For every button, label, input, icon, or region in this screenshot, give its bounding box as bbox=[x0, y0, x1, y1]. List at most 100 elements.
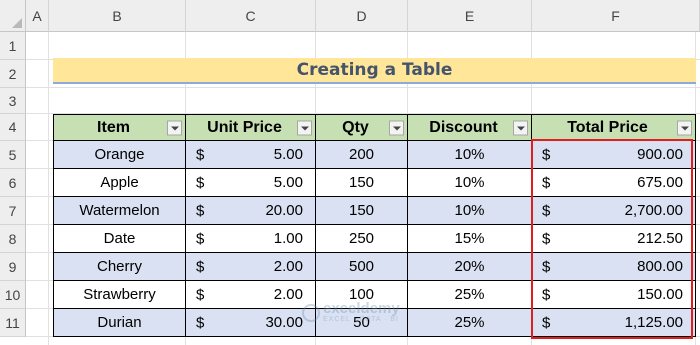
header-total-price[interactable]: Total Price bbox=[532, 114, 696, 141]
cell-qty[interactable]: 100 bbox=[316, 281, 408, 309]
cell-value-total-price: 675.00 bbox=[637, 174, 683, 191]
cell-discount[interactable]: 20% bbox=[408, 253, 532, 281]
row-header-8[interactable]: 8 bbox=[0, 225, 26, 253]
gridline-vertical bbox=[48, 32, 49, 345]
currency-symbol: $ bbox=[542, 314, 551, 331]
filter-dropdown-icon[interactable] bbox=[389, 120, 404, 135]
cell-value-unit-price: 5.00 bbox=[273, 146, 303, 163]
row-header-7[interactable]: 7 bbox=[0, 197, 26, 225]
cell-total-price[interactable]: $1,125.00 bbox=[532, 309, 696, 337]
cell-item[interactable]: Watermelon bbox=[53, 197, 186, 225]
cell-value-qty: 500 bbox=[348, 258, 375, 275]
cell-value-qty: 200 bbox=[348, 146, 375, 163]
row-header-2[interactable]: 2 bbox=[0, 60, 26, 88]
cell-qty[interactable]: 50 bbox=[316, 309, 408, 337]
row-header-9[interactable]: 9 bbox=[0, 253, 26, 281]
cell-qty[interactable]: 150 bbox=[316, 197, 408, 225]
cell-unit-price[interactable]: $5.00 bbox=[186, 141, 316, 169]
cell-item[interactable]: Date bbox=[53, 225, 186, 253]
cell-unit-price[interactable]: $2.00 bbox=[186, 281, 316, 309]
cell-value-discount: 15% bbox=[454, 230, 485, 247]
currency-symbol: $ bbox=[196, 258, 205, 275]
cell-item[interactable]: Apple bbox=[53, 169, 186, 197]
cell-value-discount: 10% bbox=[454, 174, 485, 191]
cell-unit-price[interactable]: $2.00 bbox=[186, 253, 316, 281]
cell-total-price[interactable]: $2,700.00 bbox=[532, 197, 696, 225]
cell-value-item: Orange bbox=[94, 146, 145, 163]
cell-total-price[interactable]: $212.50 bbox=[532, 225, 696, 253]
column-header-c[interactable]: C bbox=[186, 0, 316, 32]
cell-discount[interactable]: 10% bbox=[408, 169, 532, 197]
cell-value-unit-price: 1.00 bbox=[273, 230, 303, 247]
cell-discount[interactable]: 15% bbox=[408, 225, 532, 253]
cell-discount[interactable]: 25% bbox=[408, 281, 532, 309]
select-all-corner[interactable] bbox=[0, 0, 26, 32]
currency-symbol: $ bbox=[542, 202, 551, 219]
cell-discount[interactable]: 10% bbox=[408, 197, 532, 225]
cell-qty[interactable]: 200 bbox=[316, 141, 408, 169]
column-header-e[interactable]: E bbox=[408, 0, 532, 32]
currency-symbol: $ bbox=[196, 230, 205, 247]
row-header-5[interactable]: 5 bbox=[0, 141, 26, 169]
cell-value-item: Durian bbox=[97, 314, 142, 331]
cell-total-price[interactable]: $150.00 bbox=[532, 281, 696, 309]
column-header-d[interactable]: D bbox=[316, 0, 408, 32]
cell-unit-price[interactable]: $30.00 bbox=[186, 309, 316, 337]
column-header-b[interactable]: B bbox=[49, 0, 186, 32]
cell-total-price[interactable]: $675.00 bbox=[532, 169, 696, 197]
cell-unit-price[interactable]: $20.00 bbox=[186, 197, 316, 225]
cell-total-price[interactable]: $900.00 bbox=[532, 141, 696, 169]
currency-symbol: $ bbox=[542, 230, 551, 247]
filter-dropdown-icon[interactable] bbox=[167, 120, 182, 135]
cell-item[interactable]: Durian bbox=[53, 309, 186, 337]
currency-symbol: $ bbox=[196, 314, 205, 331]
currency-symbol: $ bbox=[542, 174, 551, 191]
cell-value-item: Cherry bbox=[96, 258, 142, 275]
filter-dropdown-icon[interactable] bbox=[513, 120, 528, 135]
filter-dropdown-icon[interactable] bbox=[297, 120, 312, 135]
cell-discount[interactable]: 25% bbox=[408, 309, 532, 337]
filter-dropdown-icon[interactable] bbox=[677, 120, 692, 135]
header-label: Item bbox=[97, 118, 130, 136]
cell-value-total-price: 150.00 bbox=[637, 286, 683, 303]
row-header-10[interactable]: 10 bbox=[0, 281, 26, 309]
cell-item[interactable]: Orange bbox=[53, 141, 186, 169]
currency-symbol: $ bbox=[196, 202, 205, 219]
header-unit-price[interactable]: Unit Price bbox=[186, 114, 316, 141]
cell-value-qty: 150 bbox=[348, 202, 375, 219]
cell-value-qty: 50 bbox=[353, 314, 370, 331]
row-header-1[interactable]: 1 bbox=[0, 32, 26, 60]
cell-qty[interactable]: 150 bbox=[316, 169, 408, 197]
cell-item[interactable]: Cherry bbox=[53, 253, 186, 281]
header-item[interactable]: Item bbox=[53, 114, 186, 141]
cell-unit-price[interactable]: $1.00 bbox=[186, 225, 316, 253]
header-label: Unit Price bbox=[207, 118, 282, 136]
column-header-f[interactable]: F bbox=[532, 0, 700, 32]
cell-value-item: Apple bbox=[100, 174, 139, 191]
cell-value-discount: 10% bbox=[454, 202, 485, 219]
row-header-6[interactable]: 6 bbox=[0, 169, 26, 197]
cell-value-unit-price: 5.00 bbox=[273, 174, 303, 191]
cell-unit-price[interactable]: $5.00 bbox=[186, 169, 316, 197]
cell-value-unit-price: 2.00 bbox=[273, 258, 303, 275]
cell-value-discount: 25% bbox=[454, 286, 485, 303]
header-discount[interactable]: Discount bbox=[408, 114, 532, 141]
row-header-11[interactable]: 11 bbox=[0, 309, 26, 337]
cell-qty[interactable]: 500 bbox=[316, 253, 408, 281]
header-qty[interactable]: Qty bbox=[316, 114, 408, 141]
cell-value-total-price: 800.00 bbox=[637, 258, 683, 275]
sheet-title[interactable]: Creating a Table bbox=[53, 58, 696, 84]
row-header-4[interactable]: 4 bbox=[0, 114, 26, 141]
cell-discount[interactable]: 10% bbox=[408, 141, 532, 169]
cell-item[interactable]: Strawberry bbox=[53, 281, 186, 309]
column-header-a[interactable]: A bbox=[26, 0, 49, 32]
row-header-3[interactable]: 3 bbox=[0, 88, 26, 114]
currency-symbol: $ bbox=[542, 258, 551, 275]
cell-value-unit-price: 20.00 bbox=[265, 202, 303, 219]
cell-value-discount: 25% bbox=[454, 314, 485, 331]
currency-symbol: $ bbox=[196, 286, 205, 303]
cell-total-price[interactable]: $800.00 bbox=[532, 253, 696, 281]
cell-value-total-price: 900.00 bbox=[637, 146, 683, 163]
cell-qty[interactable]: 250 bbox=[316, 225, 408, 253]
cell-value-qty: 100 bbox=[348, 286, 375, 303]
